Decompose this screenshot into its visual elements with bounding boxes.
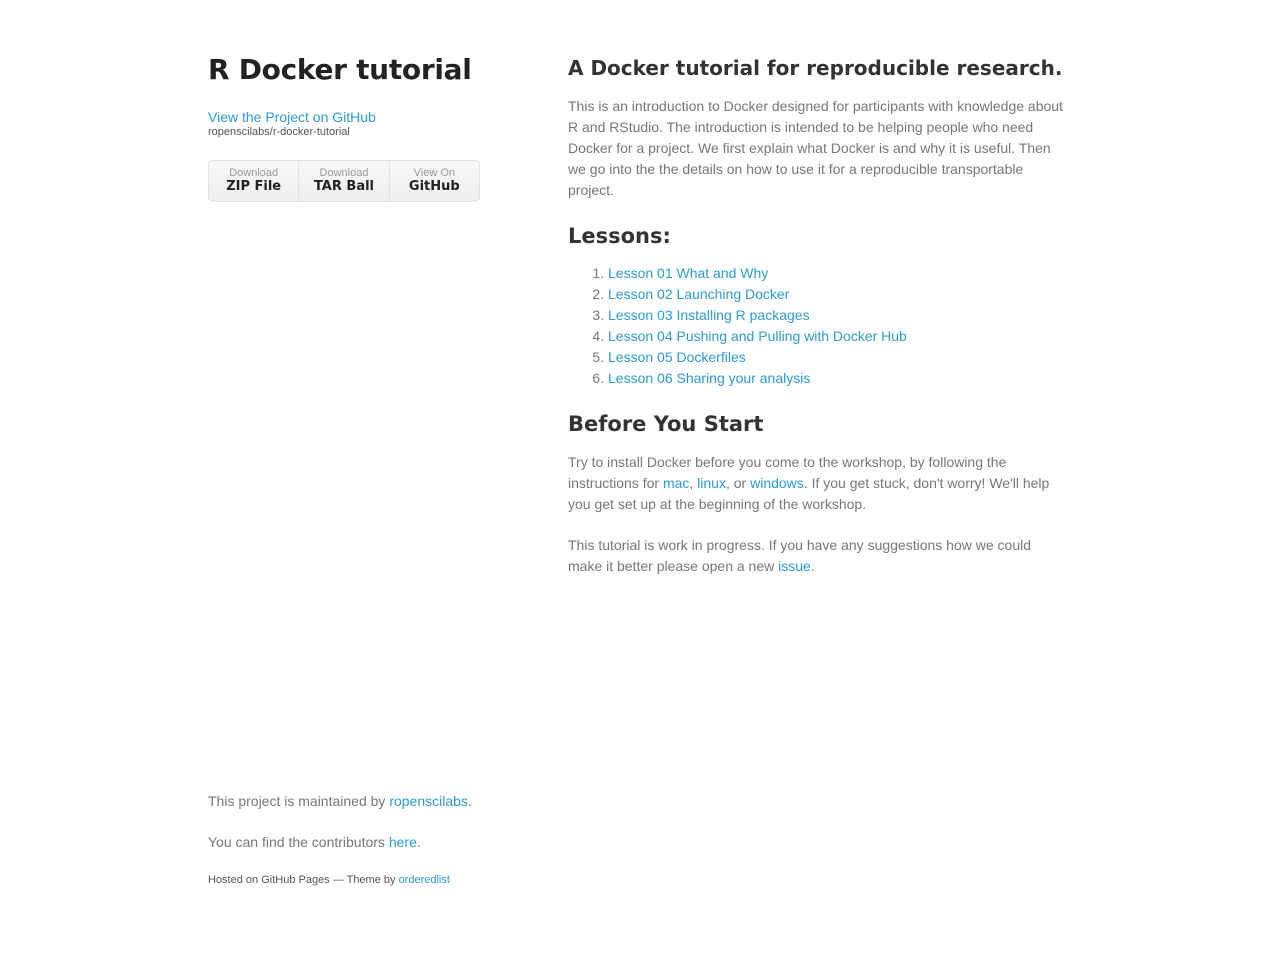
linux-link[interactable]: linux	[697, 475, 726, 491]
repo-path: ropenscilabs/r-docker-tutorial	[208, 126, 350, 138]
downloads-bar: Download ZIP File Download TAR Ball View…	[208, 160, 480, 202]
view-on-github-label: GitHub	[408, 179, 460, 194]
separator-text: ,	[689, 475, 698, 491]
list-item: Lesson 06 Sharing your analysis	[608, 368, 1063, 389]
list-item: Lesson 03 Installing R packages	[608, 305, 1063, 326]
lesson-06-link[interactable]: Lesson 06 Sharing your analysis	[608, 370, 810, 386]
list-item: Lesson 01 What and Why	[608, 263, 1063, 284]
lessons-heading: Lessons:	[568, 224, 671, 248]
list-item: Lesson 02 Launching Docker	[608, 284, 1063, 305]
sidebar-footer: This project is maintained by ropenscila…	[208, 791, 548, 887]
windows-link[interactable]: windows	[750, 475, 804, 491]
download-zip-label: ZIP File	[226, 179, 282, 194]
download-tar-caption: Download	[319, 167, 369, 179]
contributors-line: You can find the contributors here.	[208, 832, 548, 853]
contributors-end: .	[416, 834, 421, 850]
download-tar-label: TAR Ball	[313, 179, 375, 194]
lesson-04-link[interactable]: Lesson 04 Pushing and Pulling with Docke…	[608, 328, 907, 344]
list-item: Lesson 04 Pushing and Pulling with Docke…	[608, 326, 1063, 347]
lesson-02-link[interactable]: Lesson 02 Launching Docker	[608, 286, 789, 302]
contributors-text: You can find the contributors	[208, 834, 389, 850]
maintained-by: This project is maintained by ropenscila…	[208, 791, 548, 812]
download-zip-button[interactable]: Download ZIP File	[209, 161, 300, 201]
view-on-github-caption: View On	[413, 167, 455, 179]
mac-link[interactable]: mac	[663, 475, 689, 491]
maintained-text: This project is maintained by	[208, 793, 390, 809]
download-tar-button[interactable]: Download TAR Ball	[299, 161, 390, 201]
maintained-end: .	[467, 793, 472, 809]
hosted-text: Hosted on GitHub Pages — Theme by	[208, 874, 399, 886]
lesson-01-link[interactable]: Lesson 01 What and Why	[608, 265, 768, 281]
intro-paragraph: This is an introduction to Docker design…	[568, 98, 1063, 198]
issue-link[interactable]: issue	[778, 558, 811, 574]
separator-text: , or	[725, 475, 751, 491]
progress-text-end: .	[810, 558, 815, 574]
page-heading: A Docker tutorial for reproducible resea…	[568, 56, 1063, 80]
ropenscilabs-link[interactable]: ropenscilabs	[389, 793, 468, 809]
view-project-link[interactable]: View the Project on GitHub	[208, 108, 480, 126]
sidebar: R Docker tutorial View the Project on Gi…	[208, 0, 480, 202]
main-content: A Docker tutorial for reproducible resea…	[568, 0, 1063, 577]
before-you-start-heading: Before You Start	[568, 412, 764, 436]
view-on-github-button[interactable]: View On GitHub	[390, 161, 479, 201]
lesson-03-link[interactable]: Lesson 03 Installing R packages	[608, 307, 810, 323]
list-item: Lesson 05 Dockerfiles	[608, 347, 1063, 368]
install-paragraph: Try to install Docker before you come to…	[568, 452, 1063, 515]
lessons-list: Lesson 01 What and Why Lesson 02 Launchi…	[568, 263, 1063, 389]
orderedlist-link[interactable]: orderedlist	[399, 874, 450, 886]
hosted-by: Hosted on GitHub Pages — Theme by ordere…	[208, 873, 548, 887]
site-title: R Docker tutorial	[208, 53, 472, 86]
download-zip-caption: Download	[229, 167, 279, 179]
lesson-05-link[interactable]: Lesson 05 Dockerfiles	[608, 349, 746, 365]
progress-paragraph: This tutorial is work in progress. If yo…	[568, 535, 1063, 577]
contributors-link[interactable]: here	[389, 834, 417, 850]
